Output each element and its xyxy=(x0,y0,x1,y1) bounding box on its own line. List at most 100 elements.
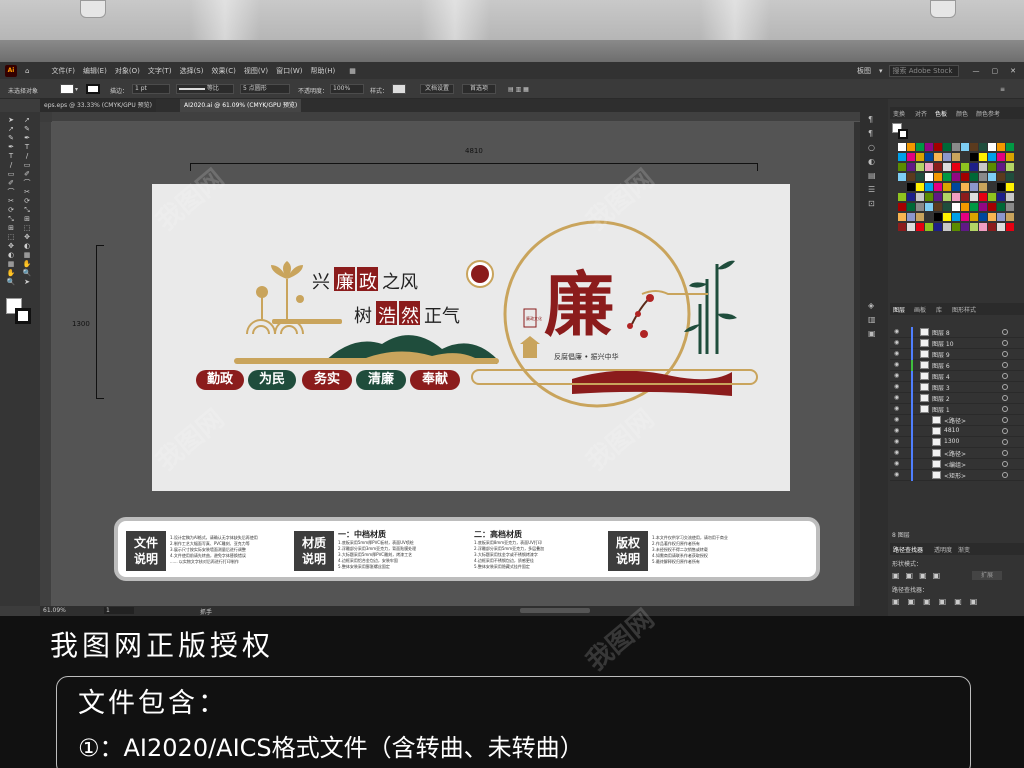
color-swatch[interactable] xyxy=(934,163,942,171)
layer-row[interactable]: ◉ 图层 3 xyxy=(890,382,1024,393)
scale-tool-icon[interactable]: ⤡ xyxy=(5,215,17,224)
eye-icon[interactable]: ◉ xyxy=(894,361,901,368)
color-swatch[interactable] xyxy=(898,163,906,171)
color-swatch[interactable] xyxy=(925,193,933,201)
preferences-button[interactable]: 首选项 xyxy=(462,84,496,94)
scale-tool-icon[interactable]: ⤡ xyxy=(21,206,33,215)
color-swatch[interactable] xyxy=(961,163,969,171)
color-swatch[interactable] xyxy=(970,203,978,211)
close-icon[interactable]: ✕ xyxy=(1010,67,1016,75)
color-swatch[interactable] xyxy=(952,143,960,151)
brush-definition[interactable]: 5 点圆形 xyxy=(240,84,290,94)
panel-icons[interactable]: ◈ ▥ ▣ xyxy=(868,299,880,341)
target-icon[interactable] xyxy=(1002,373,1008,379)
color-swatch[interactable] xyxy=(898,223,906,231)
color-swatch[interactable] xyxy=(970,223,978,231)
color-swatch[interactable] xyxy=(1006,143,1014,151)
layer-row[interactable]: ◉ <编组> xyxy=(890,459,1024,470)
home-icon[interactable]: ⌂ xyxy=(25,67,29,75)
color-swatch[interactable] xyxy=(988,213,996,221)
color-swatch[interactable] xyxy=(943,193,951,201)
menu-select[interactable]: 选择(S) xyxy=(180,66,204,76)
tab-layers[interactable]: 图层 xyxy=(893,305,905,314)
layer-row[interactable]: ◉ 1300 xyxy=(890,437,1024,448)
scissors-tool-icon[interactable]: ✂ xyxy=(5,197,17,206)
fill-swatch[interactable] xyxy=(60,84,74,94)
color-swatch[interactable] xyxy=(1006,163,1014,171)
color-swatch[interactable] xyxy=(934,173,942,181)
color-swatch[interactable] xyxy=(925,143,933,151)
color-swatch[interactable] xyxy=(961,153,969,161)
color-swatch[interactable] xyxy=(907,223,915,231)
align-icons[interactable]: ▤ ▥ ▦ xyxy=(508,86,529,93)
layer-row[interactable]: ◉ 图层 9 xyxy=(890,349,1024,360)
color-swatch[interactable] xyxy=(988,153,996,161)
eye-icon[interactable]: ◉ xyxy=(894,416,901,423)
color-swatch[interactable] xyxy=(916,223,924,231)
variable-width-profile[interactable]: 等比 xyxy=(176,84,234,94)
color-swatch[interactable] xyxy=(979,193,987,201)
color-swatch[interactable] xyxy=(952,173,960,181)
color-swatch[interactable] xyxy=(970,153,978,161)
eye-icon[interactable]: ◉ xyxy=(894,372,901,379)
target-icon[interactable] xyxy=(1002,461,1008,467)
tab-artboards[interactable]: 画板 xyxy=(914,305,926,314)
tab-ai2020[interactable]: AI2020.ai @ 61.09% (CMYK/GPU 预览) xyxy=(180,99,302,112)
stroke-color-swatch[interactable] xyxy=(15,308,31,324)
color-swatch[interactable] xyxy=(916,163,924,171)
type-tool-icon[interactable]: T xyxy=(5,152,17,161)
color-swatch[interactable] xyxy=(907,193,915,201)
color-swatch[interactable] xyxy=(916,153,924,161)
document-setup-button[interactable]: 文档设置 xyxy=(420,84,454,94)
eye-icon[interactable]: ◉ xyxy=(894,394,901,401)
color-swatch[interactable] xyxy=(934,183,942,191)
color-swatch[interactable] xyxy=(907,143,915,151)
zoom-level[interactable]: 61.09% xyxy=(43,607,66,614)
color-swatch[interactable] xyxy=(952,223,960,231)
tab-align[interactable]: 对齐 xyxy=(915,109,927,118)
target-icon[interactable] xyxy=(1002,439,1008,445)
color-swatch[interactable] xyxy=(952,193,960,201)
gradient-tool-icon[interactable]: ◐ xyxy=(5,251,17,260)
color-swatch[interactable] xyxy=(997,163,1005,171)
color-swatch[interactable] xyxy=(943,213,951,221)
eye-icon[interactable]: ◉ xyxy=(894,350,901,357)
tab-swatches[interactable]: 色板 xyxy=(935,109,947,118)
color-swatch[interactable] xyxy=(979,143,987,151)
opacity-label[interactable]: 不透明度： xyxy=(298,86,328,95)
color-swatch[interactable] xyxy=(1006,173,1014,181)
color-swatch[interactable] xyxy=(907,213,915,221)
layer-row[interactable]: ◉ 图层 1 xyxy=(890,404,1024,415)
color-swatch[interactable] xyxy=(943,173,951,181)
color-swatch[interactable] xyxy=(961,193,969,201)
color-swatch[interactable] xyxy=(1006,213,1014,221)
menu-effect[interactable]: 效果(C) xyxy=(211,66,235,76)
menu-view[interactable]: 视图(V) xyxy=(244,66,268,76)
target-icon[interactable] xyxy=(1002,340,1008,346)
rotate-tool-icon[interactable]: ⟳ xyxy=(5,206,17,215)
color-swatch[interactable] xyxy=(907,203,915,211)
panel-menu-icon[interactable]: ≡ xyxy=(1000,86,1005,93)
pen-tool-icon[interactable]: ✎ xyxy=(21,125,33,134)
rotate-tool-icon[interactable]: ⟳ xyxy=(21,197,33,206)
eye-icon[interactable]: ◉ xyxy=(894,449,901,456)
chevron-down-icon[interactable]: ▾ xyxy=(879,67,883,75)
eye-icon[interactable]: ◉ xyxy=(894,328,901,335)
target-icon[interactable] xyxy=(1002,351,1008,357)
layer-row[interactable]: ◉ 4810 xyxy=(890,426,1024,437)
perspective-tool-icon[interactable]: ⬚ xyxy=(21,224,33,233)
zoom-tool-icon[interactable]: 🔍 xyxy=(5,278,17,287)
color-swatch[interactable] xyxy=(1006,193,1014,201)
color-swatch[interactable] xyxy=(961,213,969,221)
color-swatch[interactable] xyxy=(934,203,942,211)
color-swatch[interactable] xyxy=(934,153,942,161)
color-swatch[interactable] xyxy=(916,173,924,181)
color-swatch[interactable] xyxy=(961,223,969,231)
tab-gradient[interactable]: 渐变 xyxy=(958,545,970,554)
color-swatch[interactable] xyxy=(898,143,906,151)
color-swatch[interactable] xyxy=(943,223,951,231)
eye-icon[interactable]: ◉ xyxy=(894,427,901,434)
target-icon[interactable] xyxy=(1002,395,1008,401)
opacity-field[interactable]: 100% xyxy=(330,84,364,94)
color-swatch[interactable] xyxy=(925,203,933,211)
